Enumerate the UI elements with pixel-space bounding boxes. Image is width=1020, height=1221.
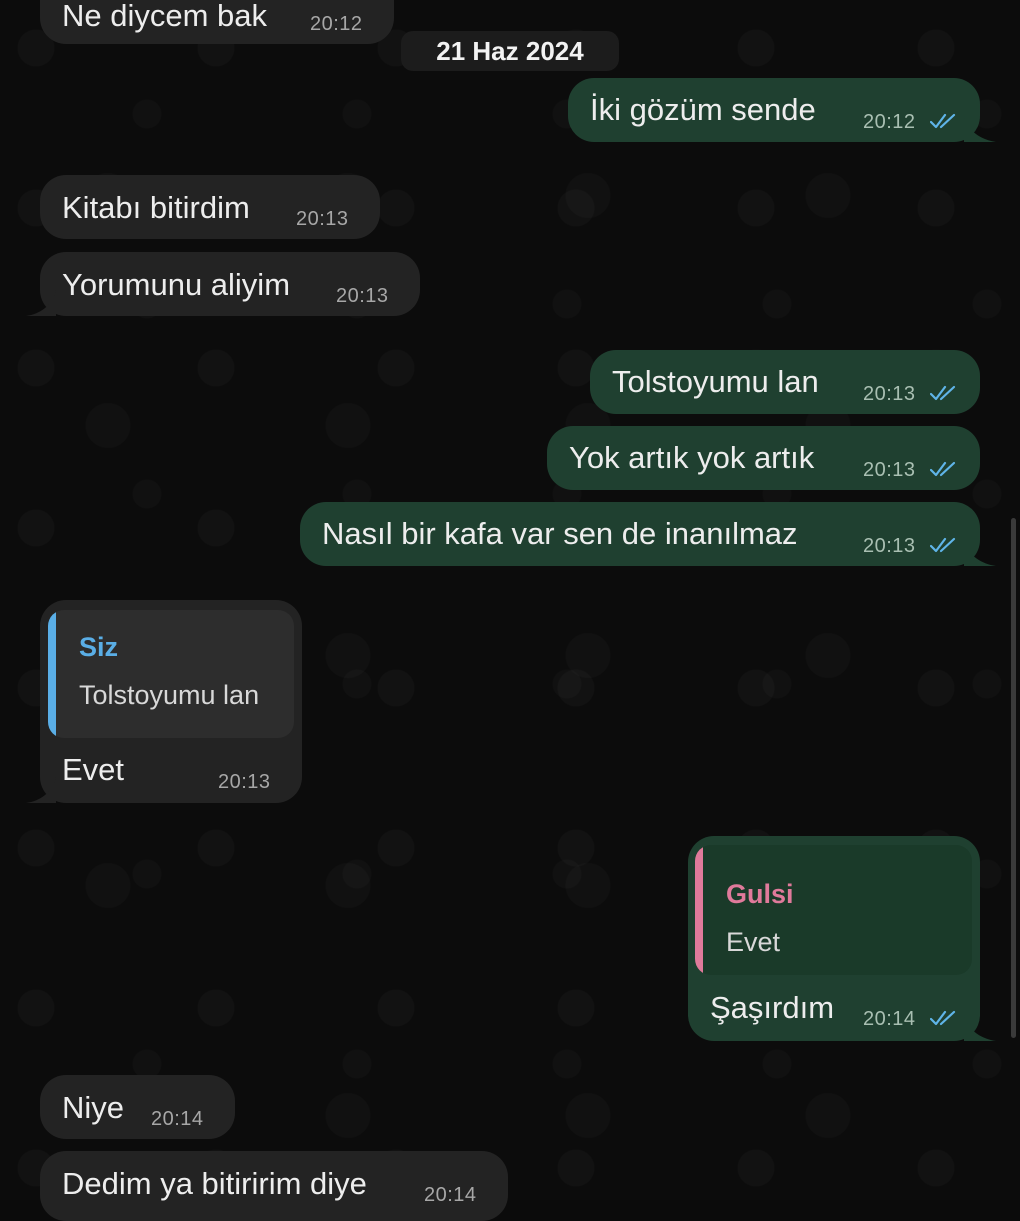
message-time: 20:13 xyxy=(336,285,389,307)
double-check-icon xyxy=(930,537,956,553)
message-incoming[interactable]: Dedim ya bitiririm diye 20:14 xyxy=(40,1151,508,1221)
message-text: Niye xyxy=(62,1090,125,1125)
message-time: 20:13 xyxy=(863,383,916,405)
double-check-icon xyxy=(930,1010,956,1026)
message-outgoing-reply[interactable]: Gulsi Evet Şaşırdım 20:14 xyxy=(688,836,996,1041)
message-text: Tolstoyumu lan xyxy=(612,364,819,399)
quoted-message[interactable]: Siz Tolstoyumu lan xyxy=(48,610,294,738)
bubble-tail xyxy=(26,290,56,316)
message-time: 20:13 xyxy=(863,459,916,481)
quote-accent-bar xyxy=(48,610,56,738)
message-text: Dedim ya bitiririm diye xyxy=(62,1166,367,1201)
bubble-tail xyxy=(26,777,56,803)
message-outgoing[interactable]: İki gözüm sende 20:12 xyxy=(568,78,996,142)
quote-sender-name: Gulsi xyxy=(726,879,794,909)
scrollbar[interactable] xyxy=(1011,518,1016,1038)
message-text: Şaşırdım xyxy=(710,990,835,1025)
bubble-tail xyxy=(964,1015,996,1041)
message-time: 20:14 xyxy=(424,1184,477,1206)
message-text: Yok artık yok artık xyxy=(569,440,815,475)
message-time: 20:14 xyxy=(151,1108,204,1130)
message-text: Yorumunu aliyim xyxy=(62,267,291,302)
message-time: 20:13 xyxy=(863,535,916,557)
bubble-tail xyxy=(964,116,996,142)
message-time: 20:14 xyxy=(863,1008,916,1030)
message-outgoing[interactable]: Yok artık yok artık 20:13 xyxy=(547,426,980,490)
message-time: 20:13 xyxy=(296,208,349,230)
date-separator: 21 Haz 2024 xyxy=(401,31,619,71)
quote-accent-bar xyxy=(695,845,703,975)
message-incoming[interactable]: Niye 20:14 xyxy=(40,1075,235,1139)
quote-sender-name: Siz xyxy=(79,632,119,662)
double-check-icon xyxy=(930,113,956,129)
message-incoming[interactable]: Ne diycem bak 20:12 xyxy=(40,0,394,44)
message-time: 20:12 xyxy=(310,13,363,35)
message-incoming[interactable]: Kitabı bitirdim 20:13 xyxy=(40,175,380,239)
quoted-message[interactable]: Gulsi Evet xyxy=(695,845,972,975)
double-check-icon xyxy=(930,461,956,477)
message-text: Evet xyxy=(62,752,125,787)
message-text: İki gözüm sende xyxy=(590,92,816,127)
message-text: Ne diycem bak xyxy=(62,0,268,33)
message-incoming[interactable]: Yorumunu aliyim 20:13 xyxy=(26,252,420,316)
bubble-tail xyxy=(964,540,996,566)
message-incoming-reply[interactable]: Siz Tolstoyumu lan Evet 20:13 xyxy=(26,600,302,803)
message-outgoing[interactable]: Nasıl bir kafa var sen de inanılmaz 20:1… xyxy=(300,502,996,566)
message-outgoing[interactable]: Tolstoyumu lan 20:13 xyxy=(590,350,980,414)
double-check-icon xyxy=(930,385,956,401)
message-time: 20:12 xyxy=(863,111,916,133)
message-text: Kitabı bitirdim xyxy=(62,190,250,225)
quote-text: Evet xyxy=(726,927,781,957)
message-text: Nasıl bir kafa var sen de inanılmaz xyxy=(322,516,798,551)
quote-text: Tolstoyumu lan xyxy=(79,680,260,710)
message-time: 20:13 xyxy=(218,771,271,793)
